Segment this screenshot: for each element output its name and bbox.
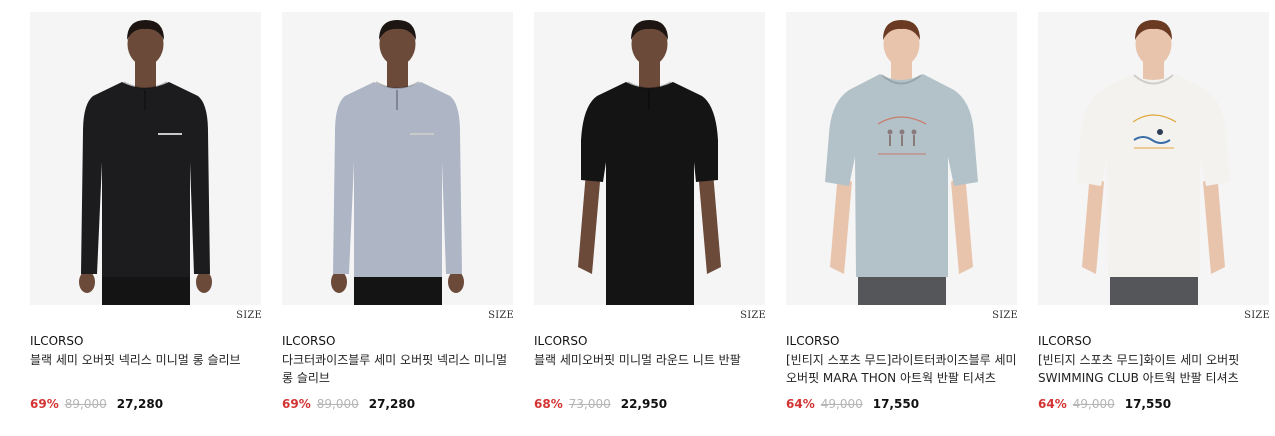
product-card[interactable]: SIZE ILCORSO 블랙 세미 오버핏 넥리스 미니멀 롱 슬리브 69%… xyxy=(30,12,262,412)
product-name[interactable]: 다크터콰이즈블루 세미 오버핏 넥리스 미니멀 롱 슬리브 xyxy=(282,351,514,387)
right-hand xyxy=(448,271,464,293)
product-card[interactable]: SIZE ILCORSO [빈티지 스포츠 무드]라이트터콰이즈블루 세미 오버… xyxy=(786,12,1018,412)
left-hand xyxy=(331,271,347,293)
model-photo xyxy=(578,20,721,305)
size-label[interactable]: SIZE xyxy=(534,305,766,327)
sale-price: 27,280 xyxy=(116,397,164,411)
product-grid: SIZE ILCORSO 블랙 세미 오버핏 넥리스 미니멀 롱 슬리브 69%… xyxy=(30,12,1270,412)
right-arm xyxy=(699,172,721,274)
pants xyxy=(858,274,946,305)
shirt xyxy=(81,82,210,277)
discount-rate: 69% xyxy=(30,397,59,411)
product-image[interactable] xyxy=(786,12,1017,305)
original-price: 73,000 xyxy=(568,397,611,411)
discount-rate: 64% xyxy=(786,397,815,411)
brand-name[interactable]: ILCORSO xyxy=(30,333,262,349)
shirt xyxy=(825,74,978,277)
product-image[interactable] xyxy=(534,12,765,305)
left-arm xyxy=(578,172,600,274)
price-row: 64% 49,000 17,550 xyxy=(1038,396,1270,412)
right-hand xyxy=(196,271,212,293)
product-image[interactable] xyxy=(30,12,261,305)
shirt xyxy=(1077,74,1230,277)
brand-name[interactable]: ILCORSO xyxy=(786,333,1018,349)
product-name[interactable]: [빈티지 스포츠 무드]라이트터콰이즈블루 세미 오버핏 MARA THON 아… xyxy=(786,351,1018,387)
brand-name[interactable]: ILCORSO xyxy=(534,333,766,349)
product-card[interactable]: SIZE ILCORSO [빈티지 스포츠 무드]화이트 세미 오버핏 SWIM… xyxy=(1038,12,1270,412)
sale-price: 17,550 xyxy=(872,397,920,411)
size-label[interactable]: SIZE xyxy=(786,305,1018,327)
price-row: 69% 89,000 27,280 xyxy=(30,396,262,412)
product-name[interactable]: [빈티지 스포츠 무드]화이트 세미 오버핏 SWIMMING CLUB 아트웍… xyxy=(1038,351,1270,387)
product-name[interactable]: 블랙 세미 오버핏 넥리스 미니멀 롱 슬리브 xyxy=(30,351,262,387)
sale-price: 17,550 xyxy=(1124,397,1172,411)
left-arm xyxy=(830,172,852,274)
size-label[interactable]: SIZE xyxy=(1038,305,1270,327)
price-row: 68% 73,000 22,950 xyxy=(534,396,766,412)
pants xyxy=(1110,274,1198,305)
product-card[interactable]: SIZE ILCORSO 블랙 세미오버핏 미니멀 라운드 니트 반팔 68% … xyxy=(534,12,766,412)
discount-rate: 69% xyxy=(282,397,311,411)
original-price: 49,000 xyxy=(820,397,863,411)
model-photo xyxy=(1077,20,1230,305)
left-hand xyxy=(79,271,95,293)
original-price: 89,000 xyxy=(316,397,359,411)
product-image[interactable] xyxy=(1038,12,1269,305)
sale-price: 22,950 xyxy=(620,397,668,411)
price-row: 64% 49,000 17,550 xyxy=(786,396,1018,412)
model-photo xyxy=(825,20,978,305)
product-image[interactable] xyxy=(282,12,513,305)
model-photo xyxy=(79,20,212,305)
product-card[interactable]: SIZE ILCORSO 다크터콰이즈블루 세미 오버핏 넥리스 미니멀 롱 슬… xyxy=(282,12,514,412)
brand-name[interactable]: ILCORSO xyxy=(1038,333,1270,349)
right-arm xyxy=(951,172,973,274)
right-arm xyxy=(1203,172,1225,274)
original-price: 89,000 xyxy=(64,397,107,411)
discount-rate: 64% xyxy=(1038,397,1067,411)
discount-rate: 68% xyxy=(534,397,563,411)
sale-price: 27,280 xyxy=(368,397,416,411)
brand-name[interactable]: ILCORSO xyxy=(282,333,514,349)
shirt xyxy=(333,82,462,277)
size-label[interactable]: SIZE xyxy=(282,305,514,327)
size-label[interactable]: SIZE xyxy=(30,305,262,327)
product-name[interactable]: 블랙 세미오버핏 미니멀 라운드 니트 반팔 xyxy=(534,351,766,387)
shirt xyxy=(581,82,718,277)
left-arm xyxy=(1082,172,1104,274)
price-row: 69% 89,000 27,280 xyxy=(282,396,514,412)
original-price: 49,000 xyxy=(1072,397,1115,411)
model-photo xyxy=(331,20,464,305)
